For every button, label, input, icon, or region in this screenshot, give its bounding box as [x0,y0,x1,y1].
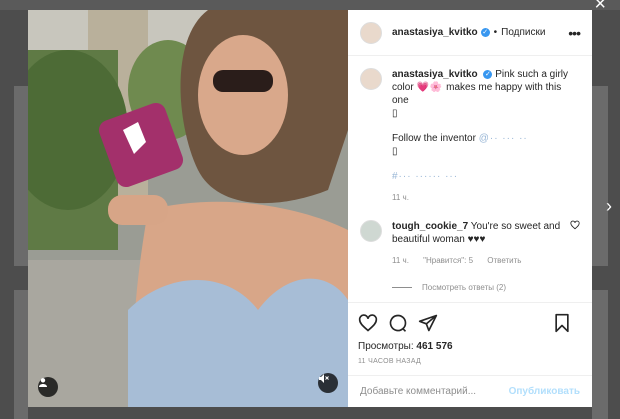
tagged-user-icon[interactable] [38,377,58,397]
reply-button[interactable]: Ответить [487,256,521,265]
author-avatar[interactable] [360,68,382,90]
separator-dot: • [493,27,498,38]
close-icon[interactable]: × [594,0,606,14]
caption-time[interactable]: 11 ч. [392,191,580,204]
commenter-avatar[interactable] [360,220,382,242]
post-side-panel: anastasiya_kvitko ✓ • Подписки ••• anast… [348,10,592,407]
comment-meta: 11 ч. "Нравится": 5 Ответить [392,254,564,267]
view-replies-label: Посмотреть ответы (2) [422,283,507,292]
comment-time[interactable]: 11 ч. [392,256,409,265]
post-video[interactable] [28,10,348,407]
caption-emoji-blurred: 💗🌸 [416,82,444,93]
background-post-tile [592,86,608,266]
verified-badge-icon: ✓ [480,28,490,37]
caption: anastasiya_kvitko ✓ Pink such a girly co… [360,68,580,204]
like-comment-icon[interactable] [570,220,580,267]
caption-emoji: ▯ [392,108,398,119]
views-label: Просмотры: [358,341,414,352]
share-paper-plane-icon[interactable] [418,313,438,333]
comment-likes[interactable]: "Нравится": 5 [423,256,473,265]
commenter-username[interactable]: tough_cookie_7 [392,221,468,232]
add-comment-bar: Опубликовать [348,375,592,407]
background-post-tile [14,86,28,266]
post-header: anastasiya_kvitko ✓ • Подписки ••• [348,10,592,56]
background-post-tile [592,290,608,419]
post-timestamp[interactable]: 11 ЧАСОВ НАЗАД [358,358,582,365]
video-frame [28,10,348,407]
caption-follow-text: Follow the inventor [392,133,476,144]
caption-mention-blurred[interactable]: @·· ··· ·· [479,133,528,144]
post-actions: Просмотры: 461 576 11 ЧАСОВ НАЗАД [348,302,592,365]
post-modal: anastasiya_kvitko ✓ • Подписки ••• anast… [28,10,592,407]
views-number: 461 576 [416,341,453,352]
comment-item: tough_cookie_7 You're so sweet and beaut… [360,220,580,267]
author-username[interactable]: anastasiya_kvitko [392,27,478,38]
publish-button[interactable]: Опубликовать [509,386,580,397]
mute-icon[interactable] [318,373,338,393]
view-replies-button[interactable]: Посмотреть ответы (2) [392,281,580,294]
background-post-tile [14,290,28,419]
verified-badge-icon: ✓ [483,69,493,79]
next-post-arrow-icon[interactable]: › [606,196,612,217]
like-heart-icon[interactable] [358,313,378,333]
bookmark-icon[interactable] [552,313,572,333]
caption-hashtags-blurred[interactable]: #··· ······ ··· [392,170,580,183]
replies-line [392,287,412,288]
comment-bubble-icon[interactable] [388,313,408,333]
author-avatar[interactable] [360,21,382,44]
caption-emoji: ▯ [392,146,398,157]
more-options-icon[interactable]: ••• [568,25,581,41]
comments-list[interactable]: anastasiya_kvitko ✓ Pink such a girly co… [348,56,592,302]
view-count[interactable]: Просмотры: 461 576 [358,341,582,352]
background-header [0,0,620,10]
comment-input[interactable] [360,386,509,397]
caption-username[interactable]: anastasiya_kvitko [392,69,478,80]
following-button[interactable]: Подписки [501,27,545,38]
